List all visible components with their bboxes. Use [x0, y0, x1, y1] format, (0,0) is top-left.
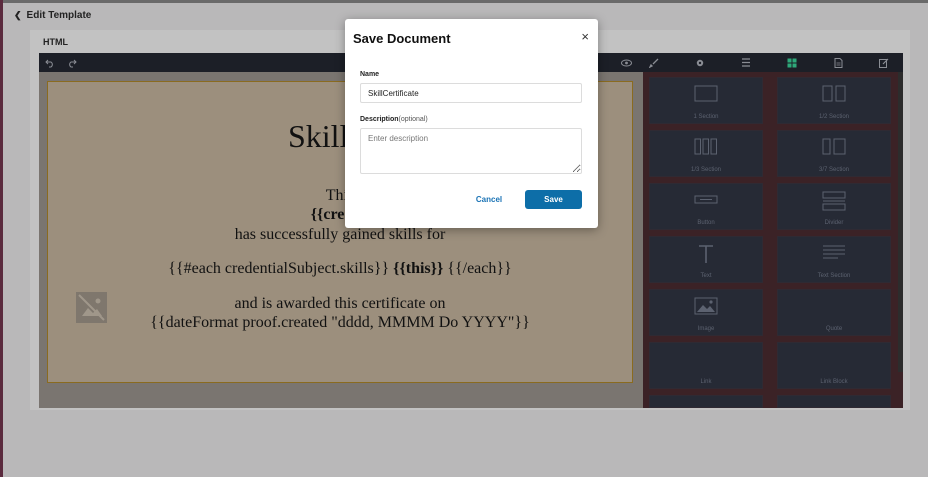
description-label-text: Description [360, 116, 399, 123]
description-label: Description(optional) [360, 116, 428, 123]
description-textarea[interactable] [360, 128, 582, 174]
save-button[interactable]: Save [525, 190, 582, 209]
save-document-modal: Save Document × Name Description(optiona… [345, 19, 598, 228]
modal-title: Save Document [353, 31, 451, 46]
cancel-button[interactable]: Cancel [467, 190, 511, 209]
name-input[interactable] [360, 83, 582, 103]
name-label: Name [360, 71, 380, 78]
close-icon[interactable]: × [581, 29, 589, 44]
optional-hint: (optional) [398, 116, 428, 123]
